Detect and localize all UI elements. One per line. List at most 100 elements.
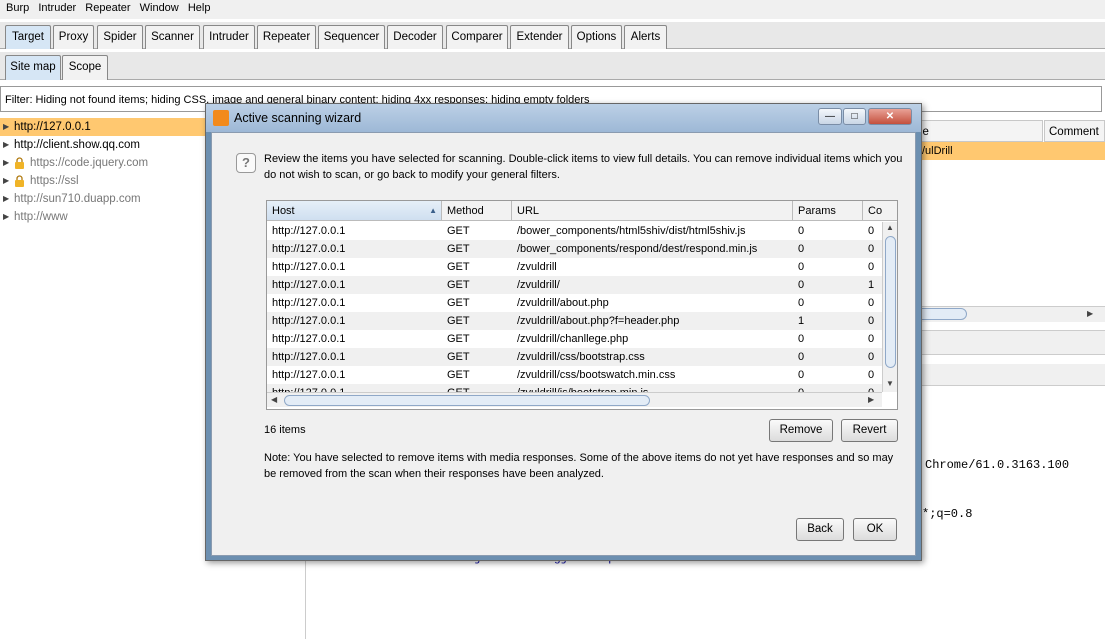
cell-method: GET bbox=[447, 333, 470, 345]
table-row[interactable]: http://127.0.0.1 GET /bower_components/r… bbox=[267, 240, 882, 258]
table-row[interactable]: http://127.0.0.1 GET /zvuldrill/css/boot… bbox=[267, 348, 882, 366]
dialog-intro-text: Review the items you have selected for s… bbox=[264, 153, 903, 181]
tab-proxy[interactable]: Proxy bbox=[53, 25, 94, 49]
tree-item-label: https://ssl bbox=[30, 175, 79, 187]
column-header-host[interactable]: Host ▲ bbox=[267, 201, 442, 221]
help-question-icon: ? bbox=[236, 153, 256, 173]
tab-extender[interactable]: Extender bbox=[510, 25, 569, 49]
column-header-title[interactable]: le bbox=[915, 120, 1043, 142]
cell-params: 0 bbox=[798, 279, 805, 291]
active-scanning-wizard-dialog: Active scanning wizard — □ ✕ ? Review th… bbox=[205, 103, 922, 561]
menu-bar: Burp Intruder Repeater Window Help bbox=[0, 0, 1105, 19]
background-toolbar bbox=[922, 330, 1105, 355]
media-note: Note: You have selected to remove items … bbox=[264, 452, 894, 480]
expand-arrow-icon[interactable]: ▶ bbox=[3, 118, 9, 136]
cell-url: /bower_components/html5shiv/dist/html5sh… bbox=[517, 225, 746, 237]
sort-ascending-icon: ▲ bbox=[429, 206, 437, 215]
menu-repeater[interactable]: Repeater bbox=[85, 0, 130, 14]
cell-params: 1 bbox=[798, 315, 805, 327]
table-vertical-scrollbar[interactable]: ▲ ▼ bbox=[882, 222, 897, 392]
expand-arrow-icon[interactable]: ▶ bbox=[3, 172, 9, 190]
ok-button[interactable]: OK bbox=[853, 518, 897, 541]
tab-sequencer[interactable]: Sequencer bbox=[318, 25, 385, 49]
cell-method: GET bbox=[447, 384, 470, 392]
request-text-useragent: Chrome/61.0.3163.100 bbox=[925, 458, 1070, 472]
table-row[interactable]: http://127.0.0.1 GET /zvuldrill 0 0 bbox=[267, 258, 882, 276]
remove-button[interactable]: Remove bbox=[769, 419, 833, 442]
cell-co: 0 bbox=[868, 333, 875, 345]
table-row[interactable]: http://127.0.0.1 GET /zvuldrill/ 0 1 bbox=[267, 276, 882, 294]
menu-window[interactable]: Window bbox=[140, 0, 179, 14]
scroll-left-icon[interactable]: ◀ bbox=[271, 395, 277, 404]
table-row[interactable]: http://127.0.0.1 GET /zvuldrill/js/boots… bbox=[267, 384, 882, 392]
tab-options[interactable]: Options bbox=[571, 25, 622, 49]
cell-co: 0 bbox=[868, 261, 875, 273]
scroll-up-icon[interactable]: ▲ bbox=[886, 223, 894, 232]
tab-comparer[interactable]: Comparer bbox=[446, 25, 508, 49]
column-header-comment[interactable]: Comment bbox=[1044, 120, 1105, 142]
table-horizontal-scrollbar[interactable]: ◀ ▶ bbox=[267, 392, 882, 407]
column-header-url[interactable]: URL bbox=[512, 201, 793, 221]
tab-alerts[interactable]: Alerts bbox=[624, 25, 667, 49]
column-header-co[interactable]: Co bbox=[863, 201, 897, 221]
close-icon[interactable]: ✕ bbox=[868, 108, 912, 125]
request-text-accept: *;q=0.8 bbox=[922, 507, 973, 521]
cell-host: http://127.0.0.1 bbox=[272, 333, 346, 345]
menu-intruder[interactable]: Intruder bbox=[38, 0, 76, 14]
scroll-down-icon[interactable]: ▼ bbox=[886, 379, 894, 388]
revert-button[interactable]: Revert bbox=[841, 419, 898, 442]
maximize-icon[interactable]: □ bbox=[843, 108, 866, 125]
cell-host: http://127.0.0.1 bbox=[272, 369, 346, 381]
table-row[interactable]: http://127.0.0.1 GET /zvuldrill/about.ph… bbox=[267, 294, 882, 312]
background-subtabs bbox=[922, 364, 1105, 386]
tab-spider[interactable]: Spider bbox=[97, 25, 143, 49]
menu-help[interactable]: Help bbox=[188, 0, 211, 14]
scan-items-table: Host ▲ Method URL Params Co http://127.0… bbox=[266, 200, 898, 410]
cell-host: http://127.0.0.1 bbox=[272, 384, 345, 392]
table-row[interactable]: http://127.0.0.1 GET /bower_components/h… bbox=[267, 222, 882, 240]
cell-url: /zvuldrill bbox=[517, 261, 557, 273]
expand-arrow-icon[interactable]: ▶ bbox=[3, 154, 9, 172]
tab-target[interactable]: Target bbox=[5, 25, 51, 49]
back-button[interactable]: Back bbox=[796, 518, 844, 541]
expand-arrow-icon[interactable]: ▶ bbox=[3, 190, 9, 208]
cell-host: http://127.0.0.1 bbox=[272, 279, 346, 291]
tab-scope[interactable]: Scope bbox=[62, 55, 108, 80]
table-row[interactable]: http://127.0.0.1 GET /zvuldrill/chanlleg… bbox=[267, 330, 882, 348]
selected-table-row[interactable]: /ulDrill bbox=[915, 142, 1105, 160]
tab-intruder[interactable]: Intruder bbox=[203, 25, 255, 49]
cell-co: 0 bbox=[868, 243, 875, 255]
menu-burp[interactable]: Burp bbox=[6, 0, 29, 14]
scroll-thumb[interactable] bbox=[915, 308, 967, 320]
scroll-thumb[interactable] bbox=[885, 236, 896, 368]
cell-params: 0 bbox=[798, 384, 804, 392]
tab-site-map[interactable]: Site map bbox=[5, 55, 61, 80]
tab-decoder[interactable]: Decoder bbox=[387, 25, 443, 49]
cell-url: /bower_components/respond/dest/respond.m… bbox=[517, 243, 758, 255]
minimize-icon[interactable]: — bbox=[818, 108, 842, 125]
cell-method: GET bbox=[447, 279, 470, 291]
scroll-thumb[interactable] bbox=[284, 395, 650, 406]
cell-params: 0 bbox=[798, 351, 805, 363]
cell-host: http://127.0.0.1 bbox=[272, 351, 346, 363]
cell-method: GET bbox=[447, 351, 470, 363]
table-row[interactable]: http://127.0.0.1 GET /zvuldrill/about.ph… bbox=[267, 312, 882, 330]
table-row[interactable]: http://127.0.0.1 GET /zvuldrill/css/boot… bbox=[267, 366, 882, 384]
cell-method: GET bbox=[447, 243, 470, 255]
cell-url: /zvuldrill/css/bootswatch.min.css bbox=[517, 369, 676, 381]
column-header-params[interactable]: Params bbox=[793, 201, 863, 221]
lock-icon bbox=[15, 157, 24, 169]
scroll-right-icon[interactable]: ▶ bbox=[868, 395, 874, 404]
tab-scanner[interactable]: Scanner bbox=[145, 25, 200, 49]
cell-co: 0 bbox=[868, 315, 875, 327]
cell-co: 1 bbox=[868, 279, 875, 291]
column-header-method[interactable]: Method bbox=[442, 201, 512, 221]
cell-co: 0 bbox=[868, 297, 875, 309]
expand-arrow-icon[interactable]: ▶ bbox=[3, 208, 9, 226]
dialog-title-bar[interactable]: Active scanning wizard — □ ✕ bbox=[206, 104, 921, 132]
expand-arrow-icon[interactable]: ▶ bbox=[3, 136, 9, 154]
tab-repeater[interactable]: Repeater bbox=[257, 25, 316, 49]
scroll-right-icon[interactable]: ▶ bbox=[1087, 309, 1093, 318]
background-h-scrollbar[interactable]: ▶ bbox=[915, 306, 1105, 322]
burp-app-icon bbox=[213, 110, 229, 126]
